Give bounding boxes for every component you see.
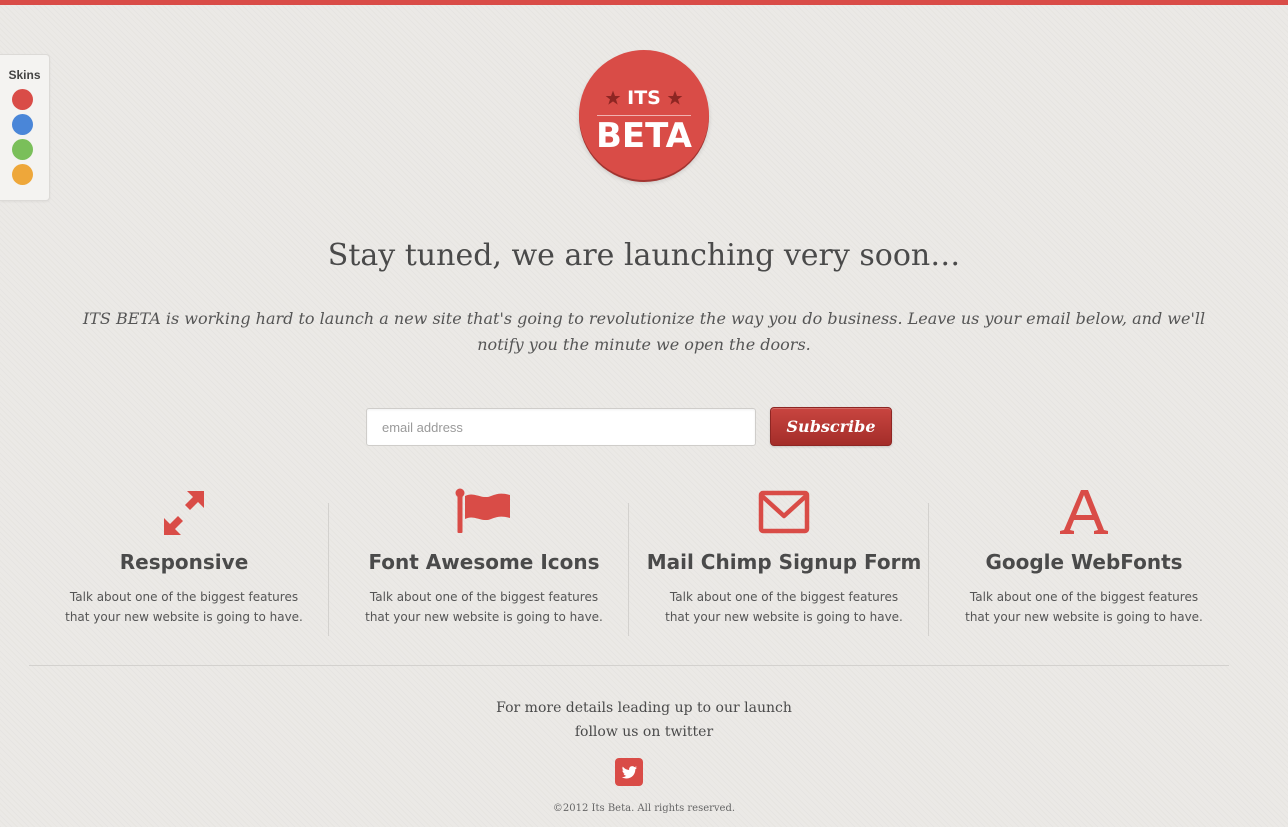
feature-divider <box>628 503 629 636</box>
feature-title: Responsive <box>119 550 249 574</box>
feature-description: Talk about one of the biggest features t… <box>365 590 603 624</box>
feature-divider <box>928 503 929 636</box>
feature-title: Mail Chimp Signup Form <box>646 550 922 574</box>
twitter-button[interactable] <box>615 758 643 786</box>
footer-follow-text: follow us on twitter <box>574 724 714 740</box>
font-letter-icon <box>1060 490 1108 534</box>
skins-panel: Skins <box>0 54 50 201</box>
feature-title: Font Awesome Icons <box>368 550 600 574</box>
skin-red-button[interactable] <box>12 89 33 110</box>
logo: ITS BETA <box>579 50 709 180</box>
feature-description: Talk about one of the biggest features t… <box>65 590 303 624</box>
top-accent-bar <box>0 0 1288 5</box>
star-icon <box>667 90 683 105</box>
page-headline: Stay tuned, we are launching very soon… <box>327 238 961 273</box>
skin-green-button[interactable] <box>12 139 33 160</box>
logo-beta-text: BETA <box>595 116 692 156</box>
logo-its-text: ITS <box>627 87 661 109</box>
flag-icon <box>455 488 510 533</box>
email-input[interactable] <box>366 408 756 446</box>
section-divider <box>29 665 1229 666</box>
skin-blue-button[interactable] <box>12 114 33 135</box>
feature-title: Google WebFonts <box>985 550 1183 574</box>
feature-description: Talk about one of the biggest features t… <box>965 590 1203 624</box>
subscribe-button[interactable]: Subscribe <box>770 407 892 446</box>
skins-label: Skins <box>8 68 41 82</box>
twitter-icon <box>621 766 637 779</box>
intro-text: ITS BETA is working hard to launch a new… <box>82 309 1206 354</box>
feature-description: Talk about one of the biggest features t… <box>665 590 903 624</box>
footer-launch-text: For more details leading up to our launc… <box>496 700 792 716</box>
skin-orange-button[interactable] <box>12 164 33 185</box>
feature-divider <box>328 503 329 636</box>
copyright-text: ©2012 Its Beta. All rights reserved. <box>552 803 736 814</box>
envelope-icon <box>758 490 810 534</box>
resize-arrows-icon <box>164 491 204 535</box>
